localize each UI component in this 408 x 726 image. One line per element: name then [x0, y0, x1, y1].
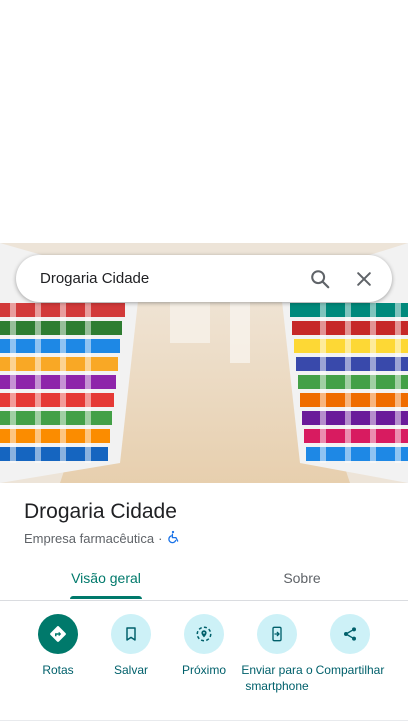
send-to-phone-button[interactable]: Enviar para o smartphone: [235, 614, 319, 694]
search-bar[interactable]: Drogaria Cidade: [16, 255, 392, 302]
directions-button[interactable]: Rotas: [16, 614, 100, 678]
share-icon: [330, 614, 370, 654]
place-category-row: Empresa farmacêutica ·: [24, 530, 180, 547]
active-tab-indicator: [70, 596, 142, 599]
blank-map-area: [0, 0, 408, 243]
place-category: Empresa farmacêutica: [24, 531, 155, 546]
send-to-phone-icon: [257, 614, 297, 654]
close-icon[interactable]: [344, 259, 384, 299]
nearby-label: Próximo: [181, 663, 226, 677]
nearby-icon: [184, 614, 224, 654]
divider: [0, 720, 408, 721]
wheelchair-accessible-icon: [166, 530, 180, 547]
share-label: Compartilhar: [315, 663, 385, 677]
save-button[interactable]: Salvar: [89, 614, 173, 678]
tab-overview[interactable]: Visão geral: [70, 556, 142, 600]
search-input[interactable]: Drogaria Cidade: [16, 270, 300, 287]
share-button[interactable]: Compartilhar: [308, 614, 392, 678]
tab-bar: Visão geral Sobre: [0, 556, 408, 601]
send-to-phone-label: Enviar para o smartphone: [241, 663, 313, 693]
directions-label: Rotas: [42, 663, 74, 677]
separator-dot: ·: [158, 531, 163, 546]
place-name: Drogaria Cidade: [24, 500, 177, 523]
nearby-button[interactable]: Próximo: [162, 614, 246, 678]
bookmark-icon: [111, 614, 151, 654]
tab-about[interactable]: Sobre: [266, 556, 338, 600]
save-label: Salvar: [113, 663, 148, 677]
search-icon[interactable]: [300, 259, 340, 299]
directions-icon: [38, 614, 78, 654]
